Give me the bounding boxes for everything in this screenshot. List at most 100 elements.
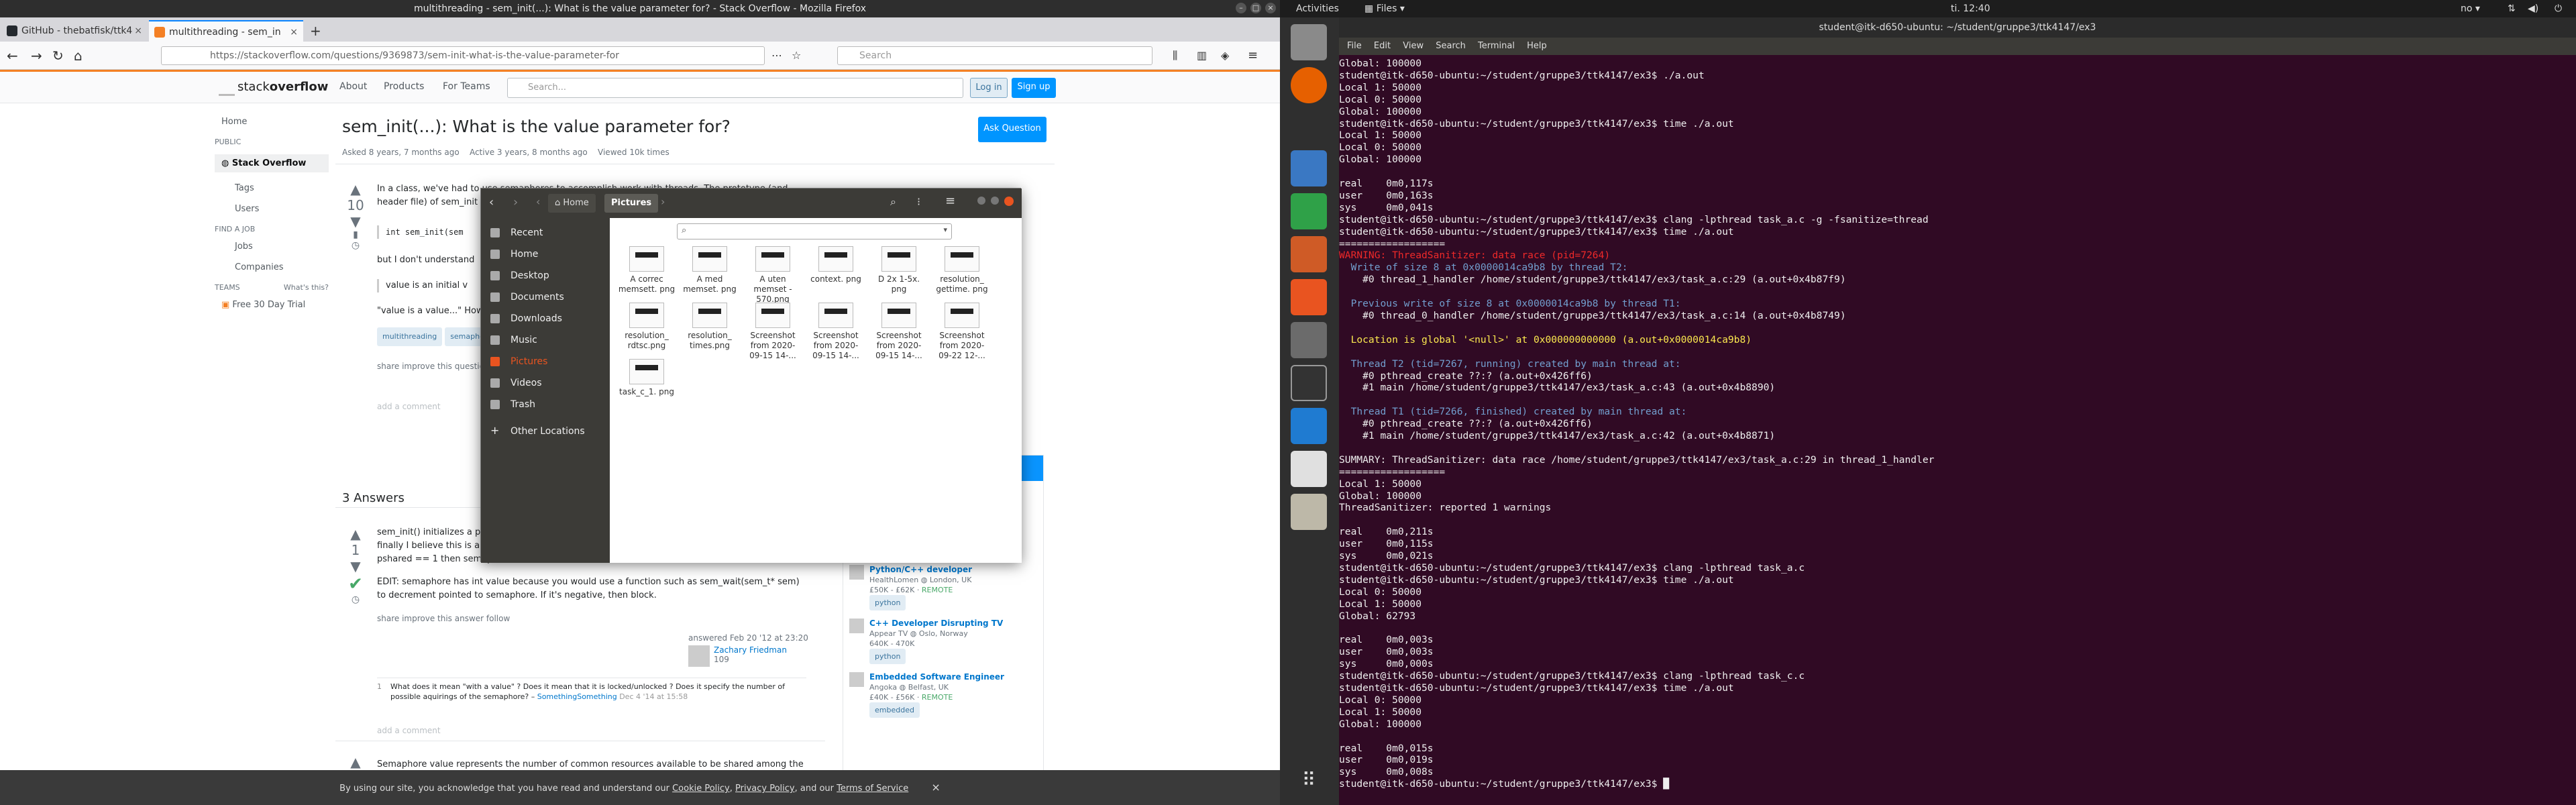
sidebar-item-trash[interactable]: Trash: [481, 395, 610, 414]
language-indicator[interactable]: no ▾: [2461, 0, 2480, 17]
upvote-icon[interactable]: ▲: [342, 181, 369, 197]
file-item[interactable]: Screenshot from 2020-09-15 14-...: [870, 303, 928, 361]
comment-user[interactable]: SomethingSomething: [537, 692, 617, 701]
question-title[interactable]: sem_init(...): What is the value paramet…: [342, 117, 731, 136]
close-icon[interactable]: ×: [931, 781, 940, 794]
nav-products[interactable]: Products: [384, 81, 424, 92]
settings-gear-icon[interactable]: [1291, 322, 1327, 358]
signup-button[interactable]: Sign up: [1012, 78, 1056, 98]
bookmark-icon[interactable]: ▮: [342, 229, 369, 240]
vim-icon[interactable]: [1291, 451, 1327, 487]
file-item[interactable]: D 2x 1-5x. png: [870, 246, 928, 294]
vscode-icon[interactable]: [1291, 408, 1327, 444]
left-nav-users[interactable]: Users: [215, 204, 329, 214]
downvote-icon[interactable]: ▼: [342, 558, 369, 574]
terms-link[interactable]: Terms of Service: [837, 784, 908, 794]
left-nav-home[interactable]: Home: [215, 117, 329, 127]
file-item[interactable]: A med memset. png: [681, 246, 739, 294]
writer-icon[interactable]: [1291, 150, 1327, 186]
file-item[interactable]: Screenshot from 2020-09-15 14-...: [807, 303, 865, 361]
activities-button[interactable]: Activities: [1296, 0, 1339, 17]
calc-icon[interactable]: [1291, 193, 1327, 229]
power-icon[interactable]: ⏻: [2555, 0, 2562, 17]
file-item[interactable]: resolution_ times.png: [681, 303, 739, 351]
sidebar-item-other-locations[interactable]: + Other Locations: [481, 422, 610, 441]
upvote-icon[interactable]: ▲: [342, 526, 369, 542]
library-icon[interactable]: ⫼: [1173, 47, 1177, 64]
cookie-policy-link[interactable]: Cookie Policy: [672, 784, 730, 794]
hamburger-menu-icon[interactable]: ≡: [1248, 47, 1258, 64]
add-comment-link[interactable]: add a comment: [377, 726, 441, 735]
files-search-input[interactable]: ⌕ ▾: [677, 223, 952, 239]
menu-help[interactable]: Help: [1527, 41, 1547, 51]
sidebar-item-downloads[interactable]: Downloads: [481, 309, 610, 328]
nav-for-teams[interactable]: For Teams: [443, 81, 490, 92]
maximize-icon[interactable]: □: [1250, 3, 1261, 13]
tag-multithreading[interactable]: multithreading: [377, 327, 443, 346]
sidebar-item-pictures[interactable]: Pictures: [481, 352, 610, 371]
extension-icon[interactable]: ◈: [1221, 47, 1229, 64]
stackoverflow-logo[interactable]: stackoverflow: [237, 80, 328, 94]
volume-icon[interactable]: ◀): [2528, 0, 2538, 17]
view-options-icon[interactable]: ⁝: [917, 195, 920, 208]
avatar[interactable]: [688, 645, 710, 667]
new-tab-button[interactable]: +: [305, 20, 325, 42]
login-button[interactable]: Log in: [970, 78, 1008, 98]
terminal-icon[interactable]: [1291, 365, 1327, 401]
left-nav-tags[interactable]: Tags: [215, 183, 329, 193]
browser-search-input[interactable]: Search: [837, 46, 1152, 65]
back-icon[interactable]: ‹: [489, 195, 494, 209]
history-icon[interactable]: ◷: [342, 594, 369, 605]
app-menu[interactable]: ▦ Files ▾: [1364, 0, 1405, 17]
job-title[interactable]: C++ Developer Disrupting TV: [869, 619, 1003, 629]
share-answer-links[interactable]: share improve this answer follow: [377, 612, 833, 625]
so-search-input[interactable]: Search...: [507, 78, 963, 98]
search-icon[interactable]: ⌕: [890, 195, 896, 209]
stackoverflow-logo-icon[interactable]: [219, 78, 235, 96]
close-icon[interactable]: ×: [134, 20, 142, 42]
breadcrumb-right-icon[interactable]: ›: [661, 195, 665, 208]
home-icon[interactable]: ⌂: [74, 47, 83, 64]
sidebar-item-documents[interactable]: Documents: [481, 288, 610, 307]
job-tag[interactable]: python: [869, 649, 906, 664]
file-item[interactable]: A uten memset - 570.png: [744, 246, 802, 305]
file-item[interactable]: A correc memsett. png: [618, 246, 676, 294]
job-title[interactable]: Python/C++ developer: [869, 565, 972, 575]
menu-terminal[interactable]: Terminal: [1478, 41, 1515, 51]
breadcrumb-pictures[interactable]: Pictures: [604, 194, 659, 213]
tab-stackoverflow[interactable]: multithreading - sem_in ×: [149, 20, 303, 42]
back-icon[interactable]: ←: [7, 47, 18, 64]
job-item[interactable]: C++ Developer Disrupting TV Appear TV ◍ …: [849, 619, 1044, 664]
reload-icon[interactable]: ↻: [52, 47, 64, 64]
menu-view[interactable]: View: [1403, 41, 1424, 51]
breadcrumb-left-icon[interactable]: ‹: [536, 195, 540, 208]
whats-this-link[interactable]: What's this?: [284, 283, 329, 292]
left-nav-jobs[interactable]: Jobs: [215, 241, 329, 252]
left-nav-trial[interactable]: ▣ Free 30 Day Trial: [215, 300, 329, 310]
files-icon[interactable]: [1291, 24, 1327, 60]
firefox-icon[interactable]: [1291, 67, 1327, 103]
menu-file[interactable]: File: [1347, 41, 1362, 51]
sidebar-item-desktop[interactable]: Desktop: [481, 266, 610, 285]
job-title[interactable]: Embedded Software Engineer: [869, 672, 1004, 682]
job-tag[interactable]: python: [869, 595, 906, 610]
left-nav-companies[interactable]: Companies: [215, 262, 329, 272]
close-icon[interactable]: ×: [1265, 3, 1276, 13]
show-apps-grid-icon[interactable]: ⠿: [1291, 762, 1327, 798]
job-item[interactable]: Embedded Software Engineer Angoka ◍ Belf…: [849, 672, 1044, 718]
bookmark-star-icon[interactable]: ☆: [792, 47, 801, 64]
sidebar-item-videos[interactable]: Videos: [481, 374, 610, 392]
answerer-name[interactable]: Zachary Friedman: [714, 645, 787, 655]
file-item[interactable]: context. png: [807, 246, 865, 284]
left-nav-stackoverflow[interactable]: ◍ Stack Overflow: [215, 154, 329, 172]
breadcrumb-home[interactable]: ⌂ Home: [548, 194, 596, 213]
impress-icon[interactable]: [1291, 236, 1327, 272]
nav-about[interactable]: About: [339, 81, 367, 92]
menu-search[interactable]: Search: [1436, 41, 1466, 51]
forward-icon[interactable]: →: [31, 47, 42, 64]
clock[interactable]: ti. 12:40: [1951, 0, 1990, 17]
chevron-down-icon[interactable]: ▾: [943, 225, 947, 234]
file-item[interactable]: Screenshot from 2020-09-22 12-...: [933, 303, 991, 361]
job-item[interactable]: Python/C++ developer HealthLomen ◍ Londo…: [849, 565, 1044, 610]
file-item[interactable]: resolution_ gettime. png: [933, 246, 991, 294]
